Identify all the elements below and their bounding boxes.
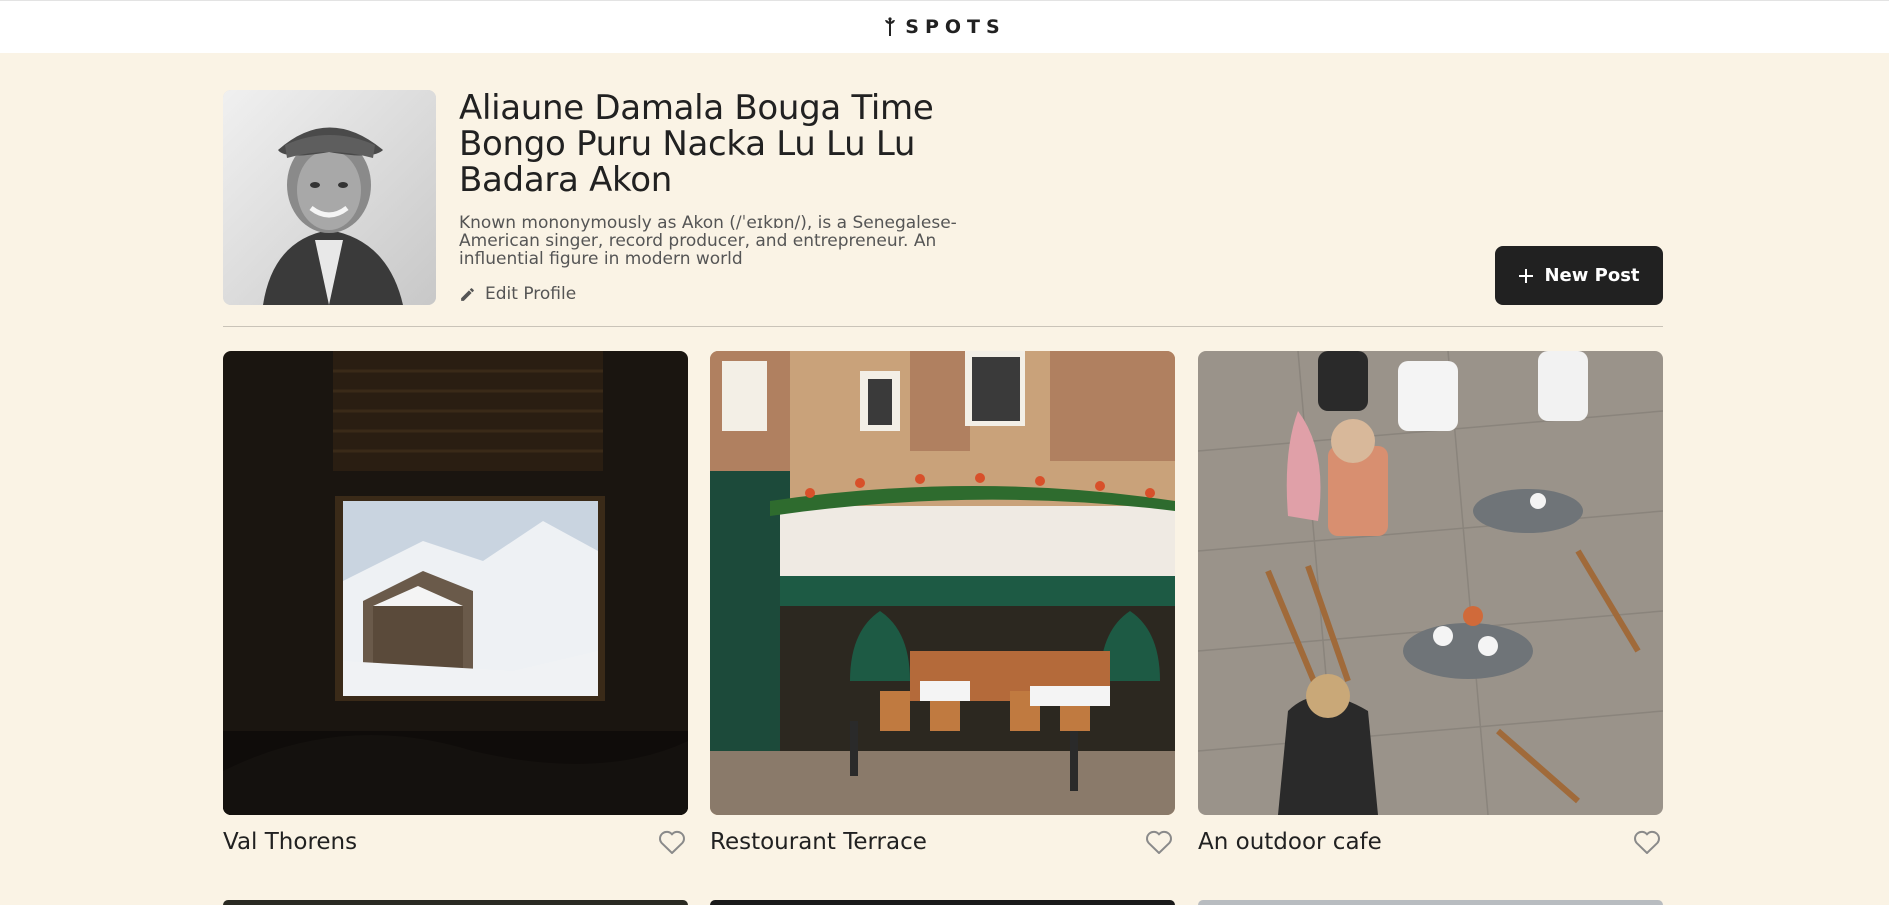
card-footer: Val Thorens	[223, 827, 688, 857]
card-footer: An outdoor cafe	[1198, 827, 1663, 857]
sprout-icon	[885, 17, 896, 36]
card-image-partial	[1198, 900, 1663, 905]
like-button[interactable]	[658, 829, 688, 855]
card-image[interactable]	[1198, 351, 1663, 815]
profile-info: Aliaune Damala Bouga Time Bongo Puru Nac…	[459, 90, 959, 304]
card: Val Thorens	[223, 351, 688, 857]
card-title: Restourant Terrace	[710, 829, 927, 855]
like-button[interactable]	[1145, 829, 1175, 855]
profile-name: Aliaune Damala Bouga Time Bongo Puru Nac…	[459, 88, 934, 200]
profile-section: Aliaune Damala Bouga Time Bongo Puru Nac…	[223, 90, 1663, 305]
pencil-icon	[461, 287, 474, 301]
new-post-button[interactable]: New Post	[1495, 246, 1663, 305]
card-image-partial	[710, 900, 1175, 905]
divider	[223, 326, 1663, 327]
logo-text: SPOTS	[905, 16, 1006, 38]
profile-description: Known mononymously as Akon (/ˈeɪkɒn/), i…	[459, 214, 957, 268]
new-post-label: New Post	[1544, 265, 1640, 286]
card-image-partial	[223, 900, 688, 905]
top-header: SPOTS	[0, 0, 1889, 53]
card: An outdoor cafe	[1198, 351, 1663, 857]
like-button[interactable]	[1633, 829, 1663, 855]
card-title: An outdoor cafe	[1198, 829, 1382, 855]
heart-icon	[659, 830, 685, 854]
plus-icon	[1519, 268, 1534, 283]
avatar	[223, 90, 436, 305]
edit-profile-button[interactable]: Edit Profile	[459, 284, 576, 304]
card-image[interactable]	[223, 351, 688, 815]
card-title: Val Thorens	[223, 829, 358, 855]
card-footer: Restourant Terrace	[710, 827, 1175, 857]
heart-icon	[1634, 830, 1660, 854]
heart-icon	[1146, 830, 1172, 854]
edit-profile-label: Edit Profile	[485, 284, 577, 304]
avatar-photo	[223, 90, 436, 305]
logo[interactable]: SPOTS	[883, 16, 1005, 38]
card-image[interactable]	[710, 351, 1175, 815]
card: Restourant Terrace	[710, 351, 1175, 857]
